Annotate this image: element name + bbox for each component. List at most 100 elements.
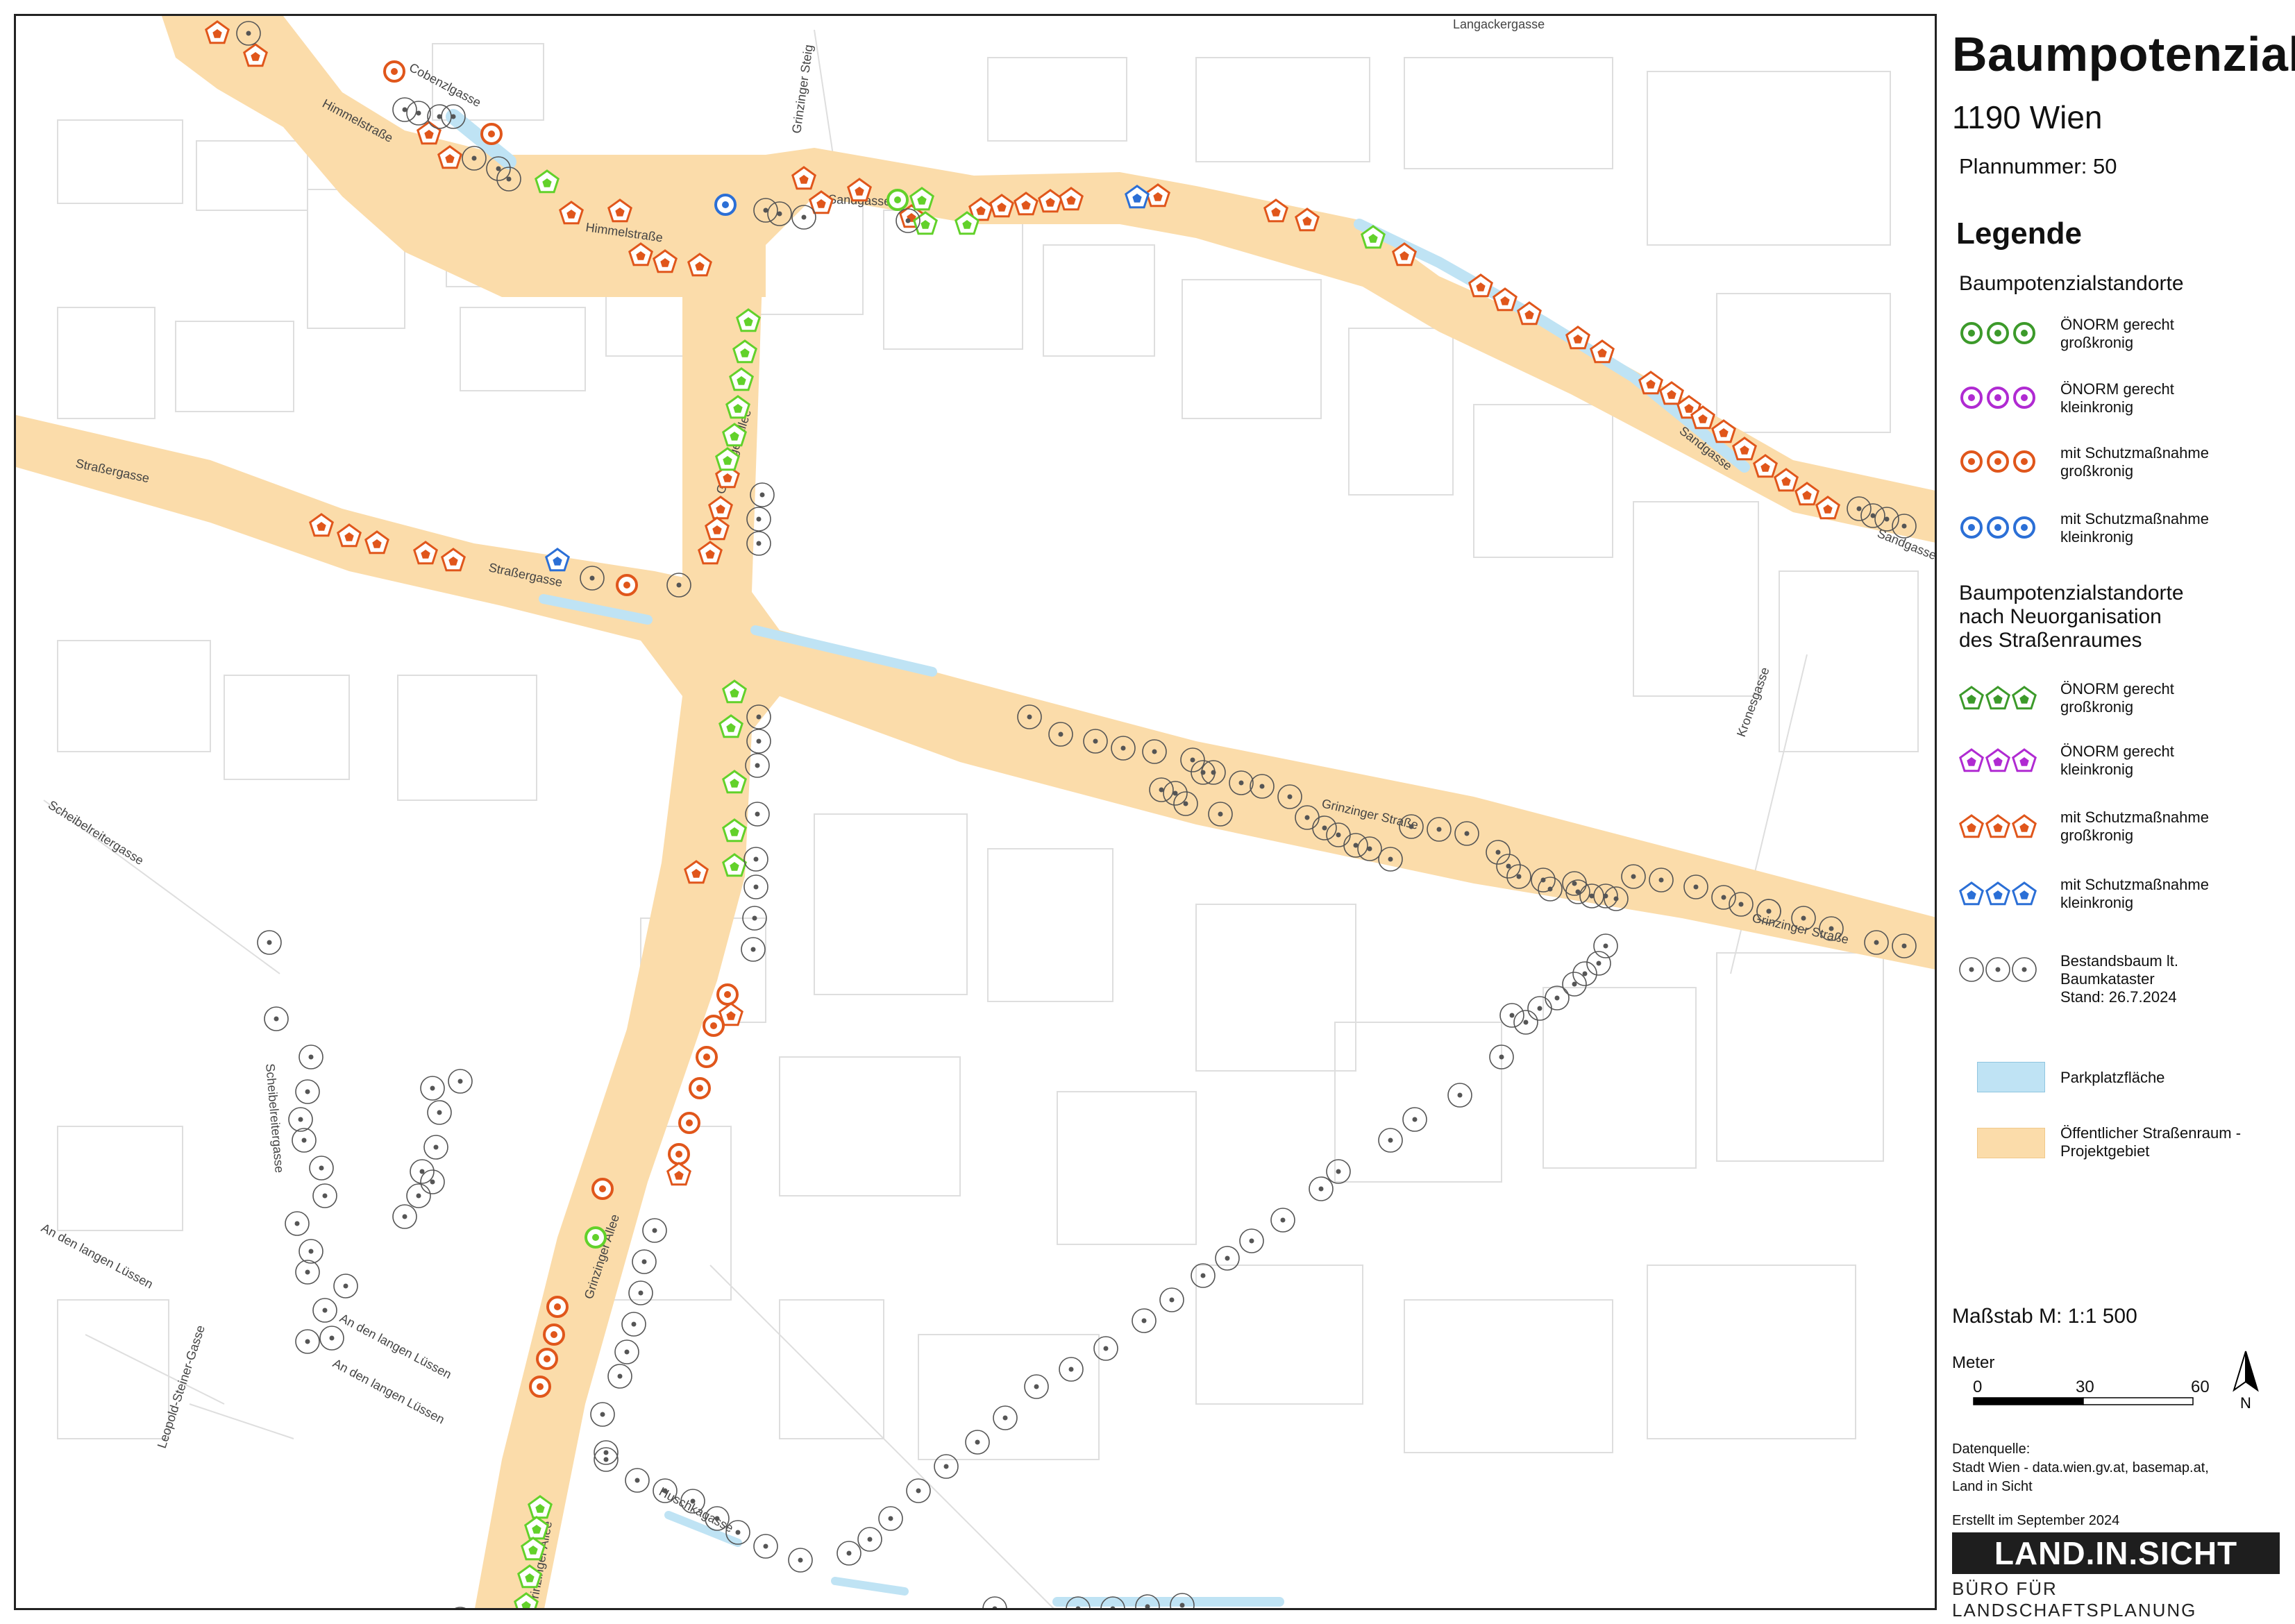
street-label: Langackergasse (1453, 17, 1545, 31)
tree-site-circle-orange (591, 1178, 614, 1200)
existing-tree-icon (1959, 957, 2037, 982)
existing-tree-marker (299, 1239, 323, 1264)
public-space-swatch (1977, 1128, 2045, 1158)
legend-item-label: Stand: 26.7.2024 (2060, 988, 2177, 1006)
circle-blue-icon (1960, 516, 2035, 539)
legend-item-label: kleinkronig (2060, 528, 2134, 545)
pentagon-purple-icon (1959, 748, 2037, 772)
existing-tree-marker (632, 1249, 657, 1274)
pentagon-green-icon (1959, 686, 2037, 710)
legend-item-label: großkronig (2060, 462, 2134, 480)
legend-item-label: kleinkronig (2060, 398, 2134, 416)
existing-tree-marker (295, 1079, 320, 1104)
legend-pentagon-symbol (1959, 686, 1984, 710)
legend-circle-symbol (1960, 387, 1983, 409)
existing-tree-marker (319, 1326, 344, 1351)
circle-orange-icon (1960, 450, 2035, 473)
tree-site-circle-orange (703, 1015, 725, 1037)
existing-tree-marker (427, 1100, 452, 1125)
legend-item-label: ÖNORM gerecht (2060, 380, 2174, 398)
existing-tree-marker (590, 1402, 615, 1427)
tree-site-pentagon-blue (545, 548, 570, 572)
tree-site-pentagon-orange (1565, 325, 1590, 350)
existing-tree-marker (1132, 1308, 1157, 1333)
legend-pentagon-symbol (2012, 881, 2037, 906)
circle-purple-icon (1960, 387, 2035, 409)
existing-tree-marker (312, 1298, 337, 1323)
legend-circle-symbol (1987, 516, 2009, 539)
existing-tree-marker (1191, 1263, 1216, 1288)
legend-item-label: mit Schutzmaßnahme (2060, 444, 2209, 462)
legend-pentagon-symbol (1985, 686, 2010, 710)
existing-tree-marker (1402, 1107, 1427, 1132)
tree-site-pentagon-orange (417, 121, 442, 145)
tree-site-circle-orange (383, 60, 405, 83)
map-frame[interactable]: Langackergasse Cobenzlgasse Himmelstraße… (14, 14, 1937, 1610)
pentagon-orange-icon (1959, 814, 2037, 838)
legend-circle-symbol (2013, 516, 2035, 539)
street-label: Scheibelreitergasse (263, 1063, 287, 1174)
existing-tree-marker (1447, 1083, 1472, 1108)
existing-tree-marker (448, 1069, 473, 1094)
legend-parking-label: Parkplatzfläche (2060, 1069, 2165, 1086)
legend-circle-symbol (1987, 322, 2009, 344)
street-space (16, 16, 1935, 1608)
circle-green-icon (1960, 322, 2035, 344)
legend-item-label: ÖNORM gerecht (2060, 680, 2174, 697)
legend-section-pentagons: Baumpotenzialstandorte nach Neuorganisat… (1959, 582, 2184, 652)
scale-label: Maßstab M: 1:1 500 (1952, 1305, 2137, 1328)
existing-tree-marker (285, 1211, 310, 1236)
tree-site-circle-orange (480, 123, 503, 145)
tree-site-circle-orange (716, 983, 739, 1006)
pentagon-blue-icon (1959, 881, 2037, 906)
existing-tree-marker (392, 1204, 417, 1229)
legend-circle-symbol (2013, 387, 2035, 409)
legend-circle-symbol (1987, 450, 2009, 473)
tree-site-circle-orange (546, 1296, 569, 1318)
existing-tree-marker (965, 1430, 990, 1455)
street-label: Cobenzlgasse (407, 60, 483, 110)
street-label: Kronesgasse (1734, 666, 1772, 739)
existing-tree-marker (1545, 986, 1570, 1010)
north-label: N (2240, 1394, 2251, 1412)
parking-swatch (1977, 1062, 2045, 1092)
legend-section-circles: Baumpotenzialstandorte (1959, 272, 2184, 295)
legend-circle-symbol (1960, 322, 1983, 344)
existing-tree-marker (607, 1364, 632, 1389)
legend-item-label: mit Schutzmaßnahme (2060, 809, 2209, 826)
legend-circle-symbol (1987, 387, 2009, 409)
existing-tree-marker (982, 1596, 1007, 1608)
existing-tree-marker (423, 1135, 448, 1160)
existing-tree-marker (1499, 1003, 1524, 1028)
existing-tree-marker (1985, 957, 2010, 982)
basemap-buildings (43, 29, 1919, 1608)
existing-tree-marker (1059, 1357, 1084, 1382)
legend-pentagon-symbol (1985, 814, 2010, 838)
existing-tree-marker (743, 847, 768, 872)
existing-tree-marker (1326, 1159, 1351, 1184)
tree-site-pentagon-orange (1659, 381, 1684, 405)
legend-pentagon-symbol (2012, 748, 2037, 772)
created-date: Erstellt im September 2024 (1952, 1513, 2120, 1528)
street-label: Scheibelreitergasse (46, 797, 146, 868)
existing-tree-marker (312, 1183, 337, 1208)
scale-tick-0: 0 (1973, 1378, 1983, 1396)
existing-tree-marker (295, 1260, 320, 1285)
legend-item-label: ÖNORM gerecht (2060, 743, 2174, 760)
street-label: Leopold-Steiner-Gasse (155, 1323, 208, 1450)
legend-item-label: mit Schutzmaßnahme (2060, 876, 2209, 893)
existing-tree-marker (392, 97, 417, 122)
existing-tree-marker (1959, 957, 1984, 982)
existing-tree-marker (1562, 972, 1587, 997)
existing-tree-marker (625, 1468, 650, 1493)
existing-tree-marker (906, 1478, 931, 1503)
legend-item-label: ÖNORM gerecht (2060, 316, 2174, 333)
existing-tree-marker (410, 1159, 435, 1184)
scale-bar (1973, 1397, 2194, 1405)
street-label: Grinzinger Steig (789, 44, 816, 135)
existing-tree-marker (257, 930, 282, 955)
existing-tree-marker (309, 1156, 334, 1181)
existing-tree-marker (264, 1006, 289, 1031)
tree-site-circle-orange (678, 1112, 700, 1134)
existing-tree-marker (1159, 1287, 1184, 1312)
